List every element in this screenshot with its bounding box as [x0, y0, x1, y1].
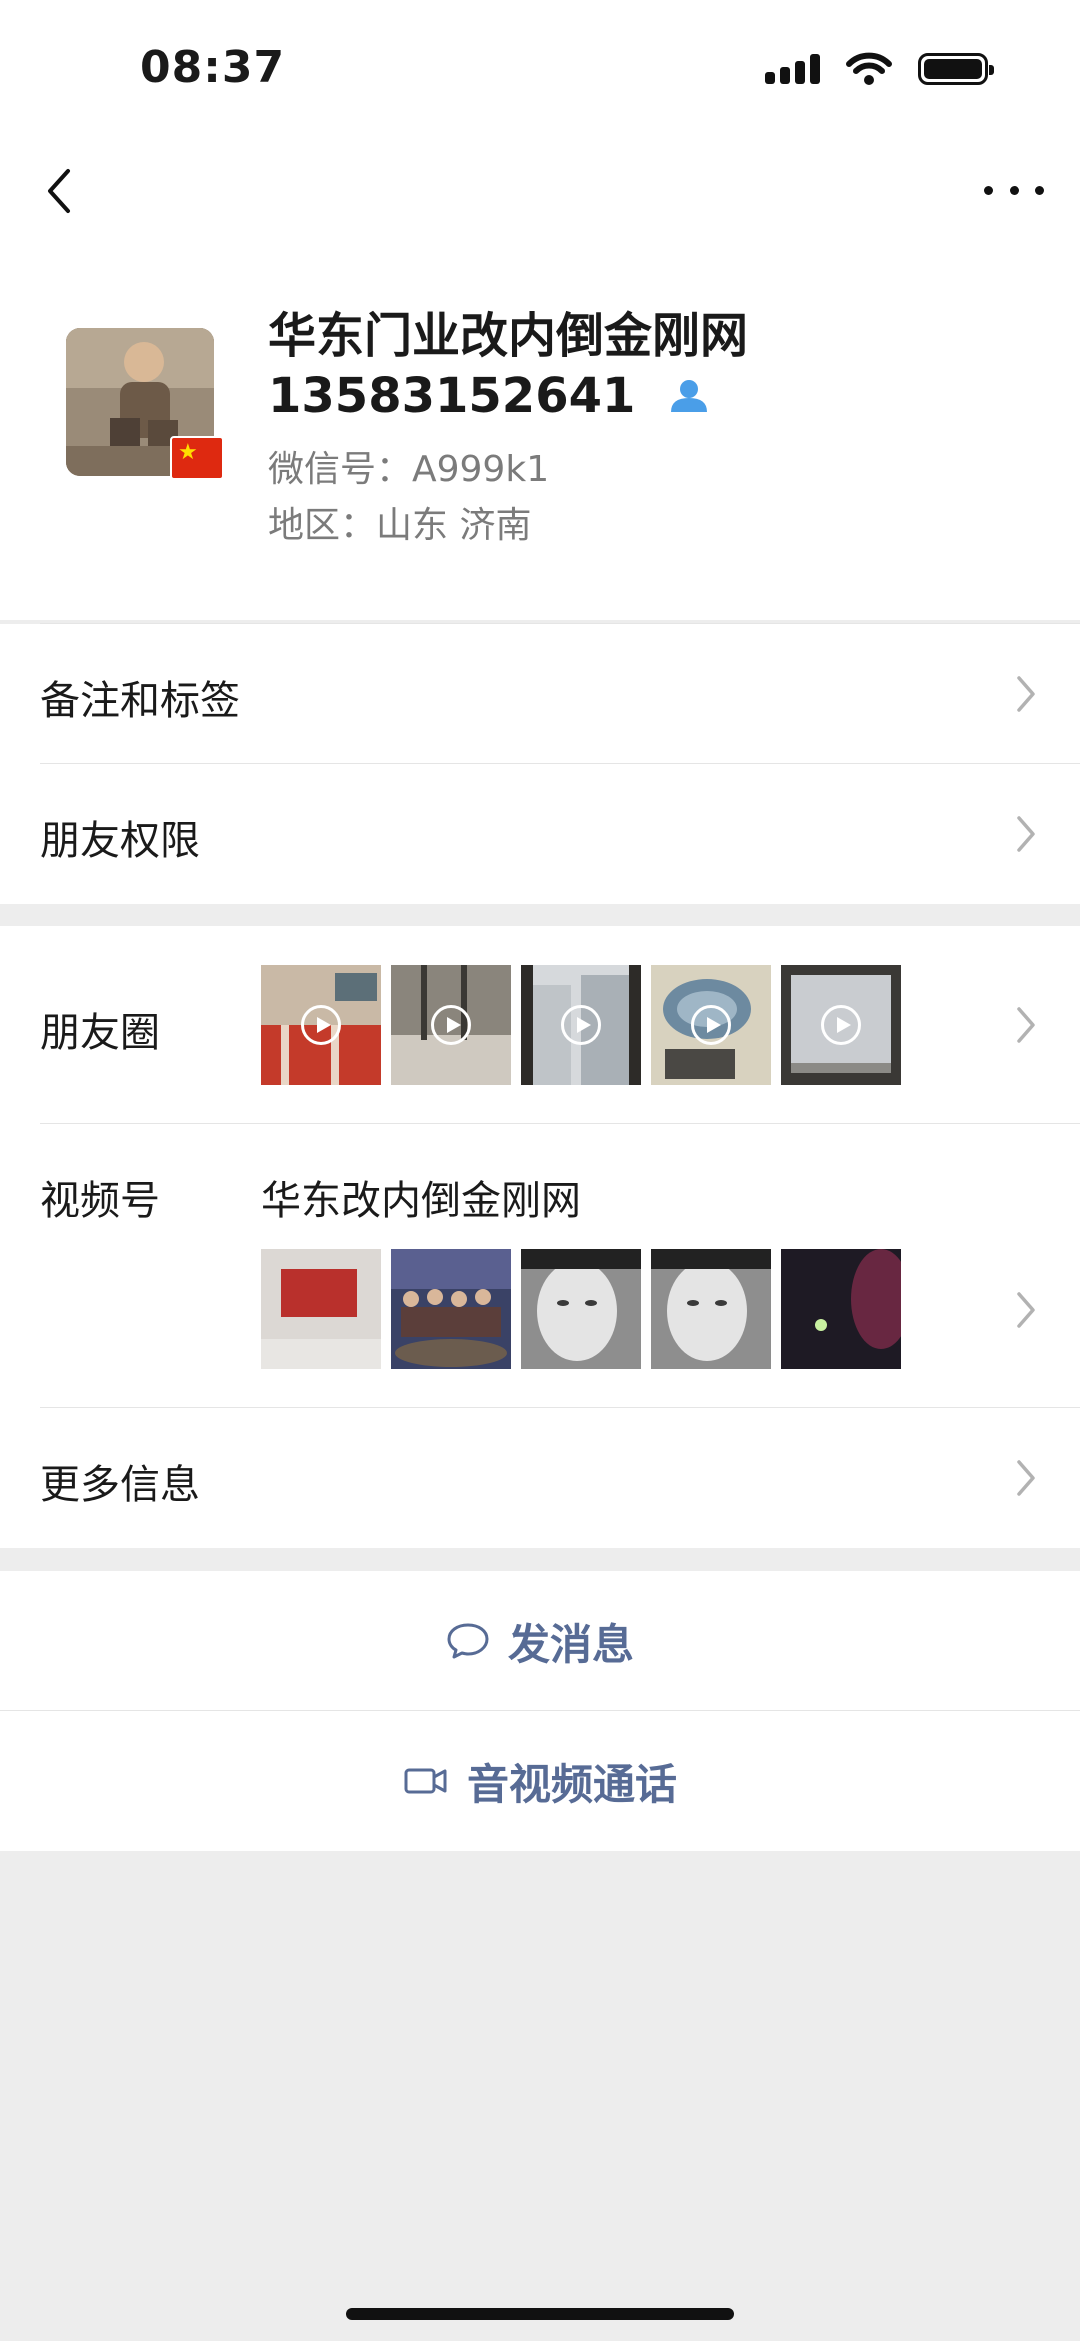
more-info-label: 更多信息 [40, 1462, 200, 1508]
chevron-left-icon [48, 169, 70, 213]
more-options-button[interactable] [984, 168, 1044, 212]
channels-thumbnails [261, 1249, 901, 1369]
status-bar: 08:37 [0, 0, 1080, 140]
chevron-right-icon [1017, 816, 1035, 852]
moments-video-thumbnail[interactable] [391, 965, 511, 1085]
play-icon [691, 1005, 731, 1045]
channels-row[interactable]: 视频号 华东改内倒金刚网 [0, 1124, 1080, 1408]
moments-video-thumbnail[interactable] [651, 965, 771, 1085]
status-icons [765, 52, 994, 86]
contact-phone-row: 13583152641 [268, 368, 709, 424]
play-icon [561, 1005, 601, 1045]
contact-phone: 13583152641 [268, 368, 636, 424]
play-icon [821, 1005, 861, 1045]
video-camera-icon [404, 1768, 447, 1794]
wechat-id: 微信号：A999k1 [268, 449, 550, 490]
profile-header: ★ 华东门业改内倒金刚网 13583152641 微信号：A999k1 地区：山… [0, 240, 1080, 624]
channels-thumbnail[interactable] [261, 1249, 381, 1369]
battery-icon [918, 53, 994, 85]
status-time: 08:37 [140, 42, 286, 93]
moments-thumbnails [261, 965, 901, 1085]
av-call-label: 音视频通话 [466, 1759, 677, 1809]
home-indicator [346, 2308, 734, 2320]
more-info-row[interactable]: 更多信息 [0, 1408, 1080, 1548]
back-button[interactable] [34, 164, 84, 218]
channels-thumbnail[interactable] [781, 1249, 901, 1369]
contact-name: 华东门业改内倒金刚网 [268, 308, 749, 364]
channels-label: 视频号 [40, 1178, 160, 1224]
friend-permissions-label: 朋友权限 [40, 818, 200, 864]
channels-thumbnail[interactable] [651, 1249, 771, 1369]
play-icon [301, 1005, 341, 1045]
nav-bar [0, 140, 1080, 240]
moments-video-thumbnail[interactable] [521, 965, 641, 1085]
more-dot-icon [1009, 185, 1019, 195]
channels-thumbnail[interactable] [521, 1249, 641, 1369]
send-message-label: 发消息 [507, 1619, 634, 1669]
friend-permissions-row[interactable]: 朋友权限 [0, 764, 1080, 904]
moments-video-thumbnail[interactable] [781, 965, 901, 1085]
chevron-right-icon [1017, 1460, 1035, 1496]
chevron-right-icon [1017, 676, 1035, 712]
contact-person-icon [671, 380, 708, 412]
more-dot-icon [1035, 185, 1044, 195]
remarks-tags-label: 备注和标签 [40, 678, 240, 724]
moments-video-thumbnail[interactable] [261, 965, 381, 1085]
cellular-signal-icon [765, 54, 820, 84]
chevron-right-icon [1017, 1292, 1035, 1328]
chat-bubble-icon [447, 1623, 489, 1659]
av-call-button[interactable]: 音视频通话 [0, 1711, 1080, 1851]
china-flag-icon: ★ [170, 436, 224, 480]
region: 地区：山东 济南 [268, 505, 532, 546]
remarks-tags-row[interactable]: 备注和标签 [0, 624, 1080, 764]
moments-row[interactable]: 朋友圈 [0, 926, 1080, 1124]
chevron-right-icon [1017, 1007, 1035, 1043]
moments-label: 朋友圈 [40, 1010, 160, 1056]
channels-name: 华东改内倒金刚网 [261, 1178, 581, 1224]
play-icon [431, 1005, 471, 1045]
send-message-button[interactable]: 发消息 [0, 1571, 1080, 1711]
channels-thumbnail[interactable] [391, 1249, 511, 1369]
more-dot-icon [984, 185, 993, 195]
wifi-icon [846, 52, 892, 85]
